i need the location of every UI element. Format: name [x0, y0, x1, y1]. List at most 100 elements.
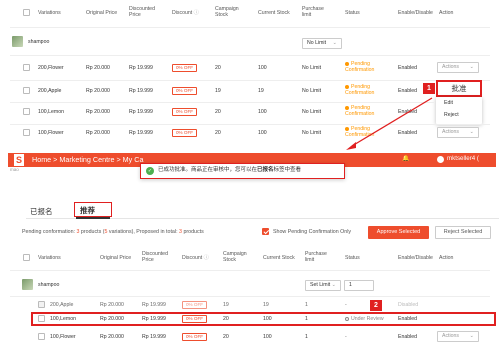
status-pending: Pending Confirmation [345, 126, 375, 139]
disabled-text: Disabled [398, 302, 419, 308]
set-limit-select[interactable]: Set Limit ⌄ [305, 280, 341, 291]
status-dot-icon [345, 61, 349, 66]
col-discounted-price: Discounted Price [129, 6, 155, 18]
toast-message: 已成功批准。商品正在审核中，您可以在已报名标签中查看 [158, 167, 302, 173]
product-name: shampoo [38, 282, 60, 288]
col-campaign-stock: Campaign Stock [215, 6, 239, 18]
shopee-logo[interactable]: S [14, 154, 24, 166]
enabled-text: Enabled [398, 130, 418, 136]
avatar[interactable] [437, 156, 444, 163]
col-action: Action [439, 10, 454, 16]
show-pending-checkbox[interactable] [262, 228, 269, 235]
status-text: - [345, 302, 347, 308]
row-checkbox[interactable] [23, 64, 30, 71]
purchase-limit: No Limit [302, 65, 322, 71]
actions-select[interactable]: Actions ⌄ [437, 62, 479, 73]
pending-summary: Pending conformation: 3 products (5 vari… [22, 229, 204, 235]
approve-selected-button[interactable]: Approve Selected [368, 226, 429, 239]
discount-badge: 0% OFF [182, 301, 208, 309]
variation-name: 200,Flower [38, 65, 64, 71]
enabled-text: Enabled [398, 316, 418, 322]
campaign-stock: 20 [215, 109, 221, 115]
info-icon: ⓘ [203, 255, 209, 261]
original-price: Rp 20.000 [86, 65, 110, 71]
col-action: Action [439, 255, 454, 261]
original-price: Rp 20.000 [86, 109, 110, 115]
col-campaign-stock: Campaign Stock [223, 251, 247, 263]
info-icon: ⓘ [193, 10, 199, 16]
tab-recommended[interactable]: 推荐 [80, 205, 95, 216]
discount-badge: 0% OFF [172, 87, 198, 95]
col-discounted-price: Discounted Price [142, 251, 168, 263]
original-price: Rp 20.000 [100, 316, 124, 322]
variation-name: 200,Apple [38, 88, 62, 94]
chevron-down-icon: ⌄ [469, 64, 474, 70]
actions-select[interactable]: Actions ⌄ [437, 127, 479, 138]
status-pending: Pending Confirmation [345, 84, 375, 97]
campaign-stock: 20 [223, 334, 229, 340]
tab-registered[interactable]: 已报名 [30, 206, 53, 217]
original-price: Rp 20.000 [86, 130, 110, 136]
current-stock: 19 [263, 302, 269, 308]
purchase-limit: 1 [305, 302, 308, 308]
actions-select[interactable]: Actions ⌄ [437, 331, 479, 342]
discount-badge: 0% OFF [172, 108, 198, 116]
purchase-limit: 1 [305, 316, 308, 322]
current-stock: 100 [263, 316, 272, 322]
original-price: Rp 20.000 [100, 302, 124, 308]
row-checkbox[interactable] [23, 87, 30, 94]
enabled-text: Enabled [398, 334, 418, 340]
status-under-review: Under Review [345, 316, 384, 322]
col-current-stock: Current Stock [258, 10, 290, 16]
col-variations: Variations [38, 10, 61, 16]
current-stock: 100 [258, 65, 267, 71]
col-current-stock: Current Stock [263, 255, 295, 261]
variation-name: 100,Flower [50, 334, 76, 340]
bell-icon[interactable]: 🔔 [402, 155, 409, 162]
col-purchase-limit: Purchase limit [302, 6, 324, 18]
row-checkbox[interactable] [23, 108, 30, 115]
menu-item-edit[interactable]: Edit [444, 100, 453, 106]
col-purchase-limit: Purchase limit [305, 251, 327, 263]
purchase-limit: No Limit [302, 130, 322, 136]
nav-logo-area: S [8, 153, 30, 167]
discount-badge: 0% OFF [172, 64, 198, 72]
show-pending-label: Show Pending Confirmation Only [273, 229, 352, 235]
menu-item-reject[interactable]: Reject [444, 112, 459, 118]
discounted-price: Rp 19.999 [129, 65, 153, 71]
select-all-checkbox[interactable] [23, 254, 30, 261]
actions-dropdown-menu: Edit Reject [436, 97, 482, 124]
row-checkbox[interactable] [23, 129, 30, 136]
col-original-price: Original Price [100, 255, 132, 261]
col-discount: Discount ⓘ [182, 255, 209, 261]
approve-option[interactable]: 批准 [436, 80, 482, 97]
product-limit-select[interactable]: No Limit ⌄ [302, 38, 342, 49]
row-checkbox[interactable] [38, 315, 45, 322]
campaign-stock: 20 [215, 130, 221, 136]
set-limit-input[interactable]: 1 [344, 280, 374, 291]
current-stock: 100 [258, 130, 267, 136]
tab-active-indicator [76, 217, 110, 219]
original-price: Rp 20.000 [100, 334, 124, 340]
step-marker-2: 2 [370, 300, 382, 311]
chevron-down-icon: ⌄ [469, 333, 474, 339]
product-thumbnail [12, 36, 23, 47]
reject-selected-button[interactable]: Reject Selected [435, 226, 491, 239]
discounted-price: Rp 19.999 [129, 130, 153, 136]
enabled-text: Enabled [398, 88, 418, 94]
discounted-price: Rp 19.999 [129, 109, 153, 115]
variation-name: 100,Lemon [38, 109, 64, 115]
select-all-checkbox[interactable] [23, 9, 30, 16]
status-dot-icon [345, 126, 349, 131]
product-name: shampoo [28, 39, 50, 45]
status-dot-icon [345, 105, 349, 110]
purchase-limit: No Limit [302, 109, 322, 115]
row-checkbox[interactable] [38, 333, 45, 340]
campaign-stock: 20 [215, 65, 221, 71]
row-checkbox[interactable] [38, 301, 45, 308]
current-stock: 19 [258, 88, 264, 94]
chevron-down-icon: ⌄ [469, 129, 474, 135]
purchase-limit: 1 [305, 334, 308, 340]
username[interactable]: mktseller4 ( [447, 155, 479, 162]
chevron-down-icon: ⌄ [331, 282, 336, 288]
